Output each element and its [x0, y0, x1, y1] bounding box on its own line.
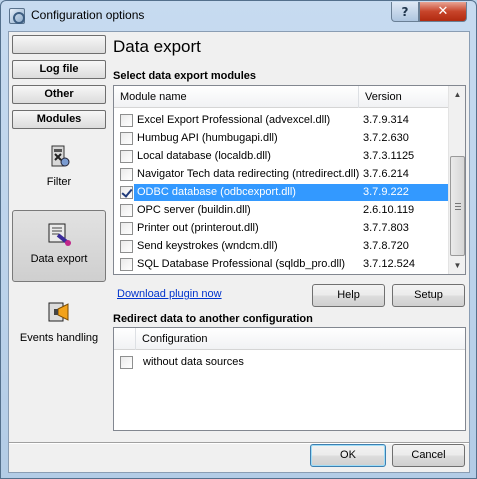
module-name: SQL Database Professional (sqldb_pro.dll…	[137, 258, 346, 270]
modules-scrollbar[interactable]: ▲ ▼	[448, 86, 465, 274]
module-checkbox[interactable]	[120, 240, 133, 253]
events-handling-icon	[48, 302, 69, 322]
dialog-client: Log file Other Modules Filter Data expor…	[8, 31, 470, 473]
module-checkbox[interactable]	[120, 132, 133, 145]
module-name: Navigator Tech data redirecting (ntredir…	[137, 168, 360, 180]
module-checkbox[interactable]	[120, 204, 133, 217]
module-name: Printer out (printerout.dll)	[137, 222, 259, 234]
nav-label-events-handling: Events handling	[19, 332, 99, 344]
nav-item-events-handling[interactable]: Events handling	[12, 300, 106, 372]
module-name: Excel Export Professional (advexcel.dll)	[137, 114, 331, 126]
module-row[interactable]: OPC server (buildin.dll) 2.6.10.119	[114, 202, 450, 219]
module-row-selected[interactable]: ODBC database (odbcexport.dll) 3.7.9.222	[114, 184, 450, 201]
module-row[interactable]: SQL Database Professional (sqldb_pro.dll…	[114, 256, 450, 273]
module-version: 3.7.9.222	[359, 184, 450, 201]
redirect-checkbox[interactable]	[120, 356, 133, 369]
module-row[interactable]: Humbug API (humbugapi.dll) 3.7.2.630	[114, 130, 450, 147]
module-name: Humbug API (humbugapi.dll)	[137, 132, 278, 144]
scroll-up-arrow-icon[interactable]: ▲	[450, 86, 465, 103]
module-row[interactable]: Navigator Tech data redirecting (ntredir…	[114, 166, 450, 183]
modules-list-header: Module name Version	[114, 86, 450, 108]
module-checkbox[interactable]	[120, 222, 133, 235]
module-version: 3.7.12.524	[363, 258, 415, 270]
config-window: Configuration options ? ✕ Log file Other…	[0, 0, 477, 479]
nav-button-modules[interactable]: Modules	[12, 110, 106, 129]
redirect-list-header: Configuration	[114, 328, 465, 350]
close-button[interactable]: ✕	[419, 2, 467, 22]
module-checkbox[interactable]	[120, 258, 133, 271]
page-title: Data export	[113, 37, 201, 56]
app-icon	[9, 8, 25, 24]
nav-button-other[interactable]: Other	[12, 85, 106, 104]
module-name: Send keystrokes (wndcm.dll)	[137, 240, 278, 252]
column-version[interactable]: Version	[359, 86, 450, 108]
filter-icon	[51, 145, 70, 167]
help-button[interactable]: Help	[312, 284, 385, 307]
module-version: 3.7.3.1125	[363, 150, 415, 162]
module-version: 3.7.6.214	[363, 168, 409, 180]
setup-button[interactable]: Setup	[392, 284, 465, 307]
redirect-config-name: without data sources	[143, 356, 244, 368]
column-configuration[interactable]: Configuration	[136, 328, 465, 350]
module-name: Local database (localdb.dll)	[137, 150, 271, 162]
nav-item-filter[interactable]: Filter	[12, 144, 106, 216]
ok-button[interactable]: OK	[310, 444, 386, 467]
module-version: 3.7.2.630	[363, 132, 409, 144]
scroll-down-arrow-icon[interactable]: ▼	[450, 257, 465, 274]
data-export-icon	[48, 223, 71, 246]
grip-icon	[455, 203, 461, 210]
nav-label-filter: Filter	[46, 176, 72, 188]
column-module-name[interactable]: Module name	[114, 86, 359, 108]
nav-label-data-export: Data export	[30, 253, 88, 265]
module-version: 2.6.10.119	[363, 204, 415, 216]
module-checkbox[interactable]	[120, 168, 133, 181]
modules-list[interactable]: Module name Version Excel Export Profess…	[113, 85, 466, 275]
module-row[interactable]: Printer out (printerout.dll) 3.7.7.803	[114, 220, 450, 237]
title-bar[interactable]: Configuration options ? ✕	[1, 1, 476, 31]
module-row[interactable]: Send keystrokes (wndcm.dll) 3.7.8.720	[114, 238, 450, 255]
modules-section-heading: Select data export modules	[113, 70, 257, 82]
module-row[interactable]: Local database (localdb.dll) 3.7.3.1125	[114, 148, 450, 165]
help-title-button[interactable]: ?	[391, 2, 419, 22]
redirect-list[interactable]: Configuration without data sources	[113, 327, 466, 431]
nav-button-log-file[interactable]: Log file	[12, 60, 106, 79]
module-version: 3.7.7.803	[363, 222, 409, 234]
redirect-section-heading: Redirect data to another configuration	[113, 313, 313, 325]
scrollbar-thumb[interactable]	[450, 156, 465, 256]
nav-button-blank[interactable]	[12, 35, 106, 54]
module-version: 3.7.8.720	[363, 240, 409, 252]
module-row[interactable]: Excel Export Professional (advexcel.dll)…	[114, 112, 450, 129]
nav-item-data-export[interactable]: Data export	[12, 210, 106, 282]
window-title: Configuration options	[31, 8, 145, 22]
column-check[interactable]	[114, 328, 136, 350]
cancel-button[interactable]: Cancel	[392, 444, 465, 467]
download-plugin-link[interactable]: Download plugin now	[117, 288, 222, 300]
module-version: 3.7.9.314	[363, 114, 409, 126]
module-checkbox[interactable]	[120, 114, 133, 127]
redirect-row[interactable]: without data sources	[114, 354, 450, 371]
module-checkbox-checked[interactable]	[120, 186, 133, 199]
module-checkbox[interactable]	[120, 150, 133, 163]
module-name: ODBC database (odbcexport.dll)	[134, 184, 359, 201]
module-name: OPC server (buildin.dll)	[137, 204, 251, 216]
